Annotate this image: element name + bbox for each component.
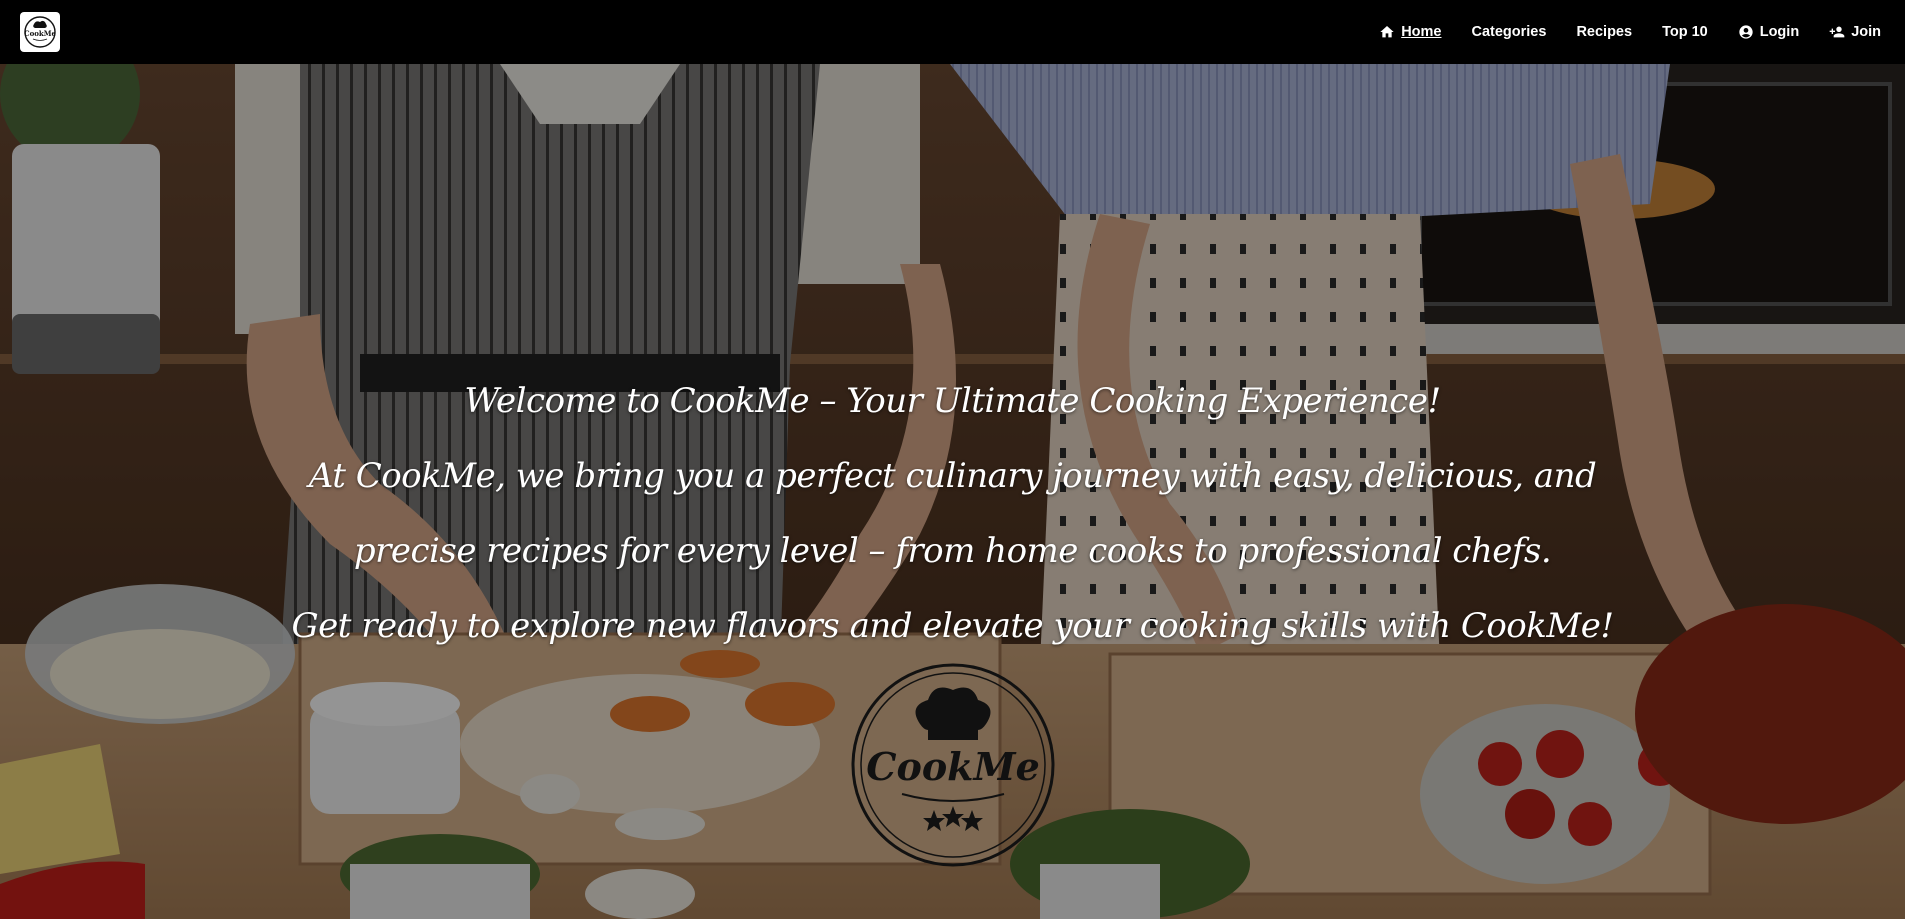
hero-line-2: precise recipes for every level – from h… bbox=[353, 531, 1552, 571]
nav-join-label: Join bbox=[1851, 24, 1881, 40]
hero-text: Welcome to CookMe – Your Ultimate Cookin… bbox=[0, 364, 1905, 664]
hero-logo-text: CookMe bbox=[866, 744, 1040, 789]
nav-home[interactable]: Home bbox=[1379, 24, 1441, 40]
top-navbar: CookMe Home Categories Recipes Top 10 Lo… bbox=[0, 0, 1905, 64]
home-icon bbox=[1380, 26, 1394, 38]
cookme-hero-logo: CookMe bbox=[851, 663, 1055, 867]
nav-top10-label: Top 10 bbox=[1662, 24, 1708, 40]
cookme-logo-icon: CookMe bbox=[24, 16, 57, 48]
rating-stars-icon bbox=[923, 806, 983, 831]
account-circle-icon bbox=[1739, 25, 1753, 39]
nav-join[interactable]: Join bbox=[1829, 24, 1881, 40]
nav-categories[interactable]: Categories bbox=[1471, 24, 1546, 40]
nav-login-label: Login bbox=[1759, 24, 1800, 40]
nav-categories-label: Categories bbox=[1471, 24, 1547, 40]
hero-line-3: Get ready to explore new flavors and ele… bbox=[291, 606, 1614, 646]
nav-top10[interactable]: Top 10 bbox=[1662, 24, 1708, 40]
nav-login[interactable]: Login bbox=[1738, 24, 1799, 40]
hero-section: Welcome to CookMe – Your Ultimate Cookin… bbox=[0, 64, 1905, 919]
hero-headline: Welcome to CookMe – Your Ultimate Cookin… bbox=[464, 381, 1441, 421]
svg-text:CookMe: CookMe bbox=[24, 29, 57, 38]
chef-hat-icon bbox=[915, 687, 991, 740]
person-add-icon bbox=[1829, 26, 1845, 38]
brand-logo[interactable]: CookMe bbox=[20, 12, 60, 52]
nav-recipes-label: Recipes bbox=[1576, 24, 1633, 40]
nav-home-label: Home bbox=[1401, 24, 1442, 40]
nav-links: Home Categories Recipes Top 10 Login Joi… bbox=[1379, 24, 1881, 40]
hero-line-1: At CookMe, we bring you a perfect culina… bbox=[308, 456, 1597, 496]
nav-recipes[interactable]: Recipes bbox=[1576, 24, 1632, 40]
